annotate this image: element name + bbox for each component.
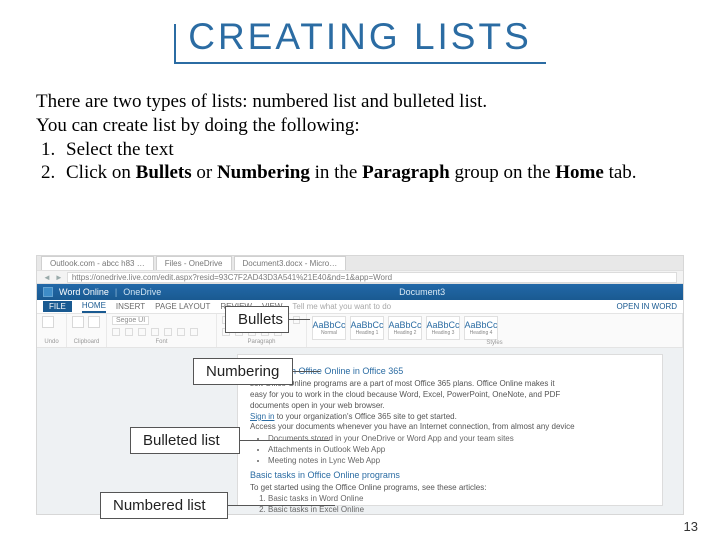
callout-numbered-list-label: Numbered list	[113, 497, 206, 514]
word-online-brand-bar: Word Online | OneDrive Document3	[37, 284, 683, 300]
body-text: There are two types of lists: numbered l…	[0, 62, 720, 185]
strike-button[interactable]	[151, 328, 159, 336]
tab-insert[interactable]: INSERT	[116, 302, 145, 311]
tell-me-field[interactable]: Tell me what you want to do	[292, 302, 391, 311]
brand-sep: |	[115, 287, 117, 297]
styles-row: AaBbCcNormal AaBbCcHeading 1 AaBbCcHeadi…	[312, 316, 677, 340]
back-icon[interactable]: ◄	[43, 273, 51, 282]
font-format-buttons	[112, 328, 211, 336]
style-h2[interactable]: AaBbCcHeading 2	[388, 316, 422, 340]
paste-icon[interactable]	[72, 316, 84, 328]
undo-icon[interactable]	[42, 316, 54, 328]
copy-icon[interactable]	[88, 316, 100, 328]
step-2-bold-home: Home	[555, 162, 604, 183]
step-2-bold-bullets: Bullets	[136, 162, 192, 183]
forward-icon[interactable]: ►	[55, 273, 63, 282]
signin-link[interactable]: Sign in	[250, 412, 274, 421]
browser-tab-1[interactable]: Outlook.com - abcc h83 …	[41, 256, 154, 270]
doc-p2: easy for you to work in the cloud becaus…	[250, 390, 650, 401]
address-bar: ◄ ► https://onedrive.live.com/edit.aspx?…	[37, 270, 683, 284]
doc-bullet-2: Attachments in Outlook Web App	[268, 445, 650, 456]
step-2: Click on Bullets or Numbering in the Par…	[60, 161, 684, 185]
tab-file[interactable]: FILE	[43, 301, 72, 312]
sup-button[interactable]	[177, 328, 185, 336]
style-h3[interactable]: AaBbCcHeading 3	[426, 316, 460, 340]
group-clipboard-label: Clipboard	[72, 339, 101, 345]
doc-p1: soft Office Online programs are a part o…	[250, 379, 650, 390]
step-1: Select the text	[60, 138, 684, 162]
intro-line-1: There are two types of lists: numbered l…	[36, 90, 684, 114]
callout-bulleted-list-label: Bulleted list	[143, 432, 220, 449]
url-field[interactable]: https://onedrive.live.com/edit.aspx?resi…	[67, 272, 677, 283]
browser-tabs: Outlook.com - abcc h83 … Files - OneDriv…	[37, 256, 683, 270]
callout-numbered-leader	[227, 505, 335, 506]
open-in-word-button[interactable]: OPEN IN WORD	[617, 302, 677, 311]
step-2-text3: in the	[310, 162, 362, 183]
document-page: started with Office Online in Office 365…	[237, 354, 663, 506]
onedrive-label[interactable]: OneDrive	[123, 287, 161, 297]
doc-bullet-3: Meeting notes in Lync Web App	[268, 456, 650, 467]
title-wrap: CREATING LISTS	[0, 0, 720, 62]
callout-numbering: Numbering	[193, 358, 293, 385]
title-tick	[174, 24, 176, 64]
document-name: Document3	[167, 287, 677, 297]
style-h4[interactable]: AaBbCcHeading 4	[464, 316, 498, 340]
slide-title: CREATING LISTS	[174, 16, 546, 62]
step-2-text: Click on	[66, 162, 136, 183]
doc-signin: Sign in to your organization's Office 36…	[250, 412, 650, 423]
app-name: Word Online	[59, 287, 109, 297]
step-2-text5: tab.	[604, 162, 637, 183]
word-icon	[43, 287, 53, 297]
browser-tab-3[interactable]: Document3.docx - Micro…	[234, 256, 347, 270]
font-name-select[interactable]: Segoe UI	[112, 316, 149, 325]
word-online-screenshot: Outlook.com - abcc h83 … Files - OneDriv…	[36, 255, 684, 515]
title-underline	[174, 62, 546, 64]
step-2-text4: group on the	[450, 162, 556, 183]
style-normal[interactable]: AaBbCcNormal	[312, 316, 346, 340]
color-button[interactable]	[190, 328, 198, 336]
callout-numbering-leader	[292, 371, 320, 372]
callout-bulleted-leader	[239, 440, 329, 441]
step-2-text2: or	[192, 162, 217, 183]
slide-title-text: CREATING LISTS	[188, 16, 532, 57]
callout-numbered-list: Numbered list	[100, 492, 228, 519]
group-styles: AaBbCcNormal AaBbCcHeading 1 AaBbCcHeadi…	[307, 314, 683, 347]
bold-button[interactable]	[112, 328, 120, 336]
callout-bullets-leader	[288, 319, 310, 320]
sub-button[interactable]	[164, 328, 172, 336]
group-paragraph-label: Paragraph	[222, 339, 301, 345]
step-2-bold-numbering: Numbering	[217, 162, 310, 183]
doc-h2sub: To get started using the Office Online p…	[250, 483, 650, 494]
doc-num-1: Basic tasks in Word Online	[268, 494, 650, 505]
ribbon-groups: Undo Clipboard Segoe UI Font P	[37, 314, 683, 348]
rtl-button[interactable]	[293, 316, 300, 324]
doc-p4: Access your documents whenever you have …	[250, 422, 650, 433]
doc-p3: documents open in your web browser.	[250, 401, 650, 412]
group-clipboard: Clipboard	[67, 314, 107, 347]
callout-bullets: Bullets	[225, 306, 289, 333]
group-font-label: Font	[112, 339, 211, 345]
doc-heading-2: Basic tasks in Office Online programs	[250, 469, 650, 481]
group-undo: Undo	[37, 314, 67, 347]
group-styles-label: Styles	[312, 340, 677, 346]
style-h1[interactable]: AaBbCcHeading 1	[350, 316, 384, 340]
group-font: Segoe UI Font	[107, 314, 217, 347]
signin-rest: to your organization's Office 365 site t…	[274, 412, 456, 421]
callout-numbering-label: Numbering	[206, 363, 279, 380]
browser-tab-2[interactable]: Files - OneDrive	[156, 256, 232, 270]
tab-page-layout[interactable]: PAGE LAYOUT	[155, 302, 210, 311]
doc-bullet-list: Documents stored in your OneDrive or Wor…	[268, 434, 650, 466]
callout-bullets-label: Bullets	[238, 311, 283, 328]
group-undo-label: Undo	[42, 339, 61, 345]
underline-button[interactable]	[138, 328, 146, 336]
slide: CREATING LISTS There are two types of li…	[0, 0, 720, 540]
step-2-bold-paragraph: Paragraph	[362, 162, 450, 183]
doc-num-2: Basic tasks in Excel Online	[268, 505, 650, 515]
slide-number: 13	[684, 519, 698, 534]
intro-line-2: You can create list by doing the followi…	[36, 114, 684, 138]
tab-home[interactable]: HOME	[82, 301, 106, 313]
ribbon-tabs: FILE HOME INSERT PAGE LAYOUT REVIEW VIEW…	[37, 300, 683, 314]
callout-bulleted-list: Bulleted list	[130, 427, 240, 454]
italic-button[interactable]	[125, 328, 133, 336]
